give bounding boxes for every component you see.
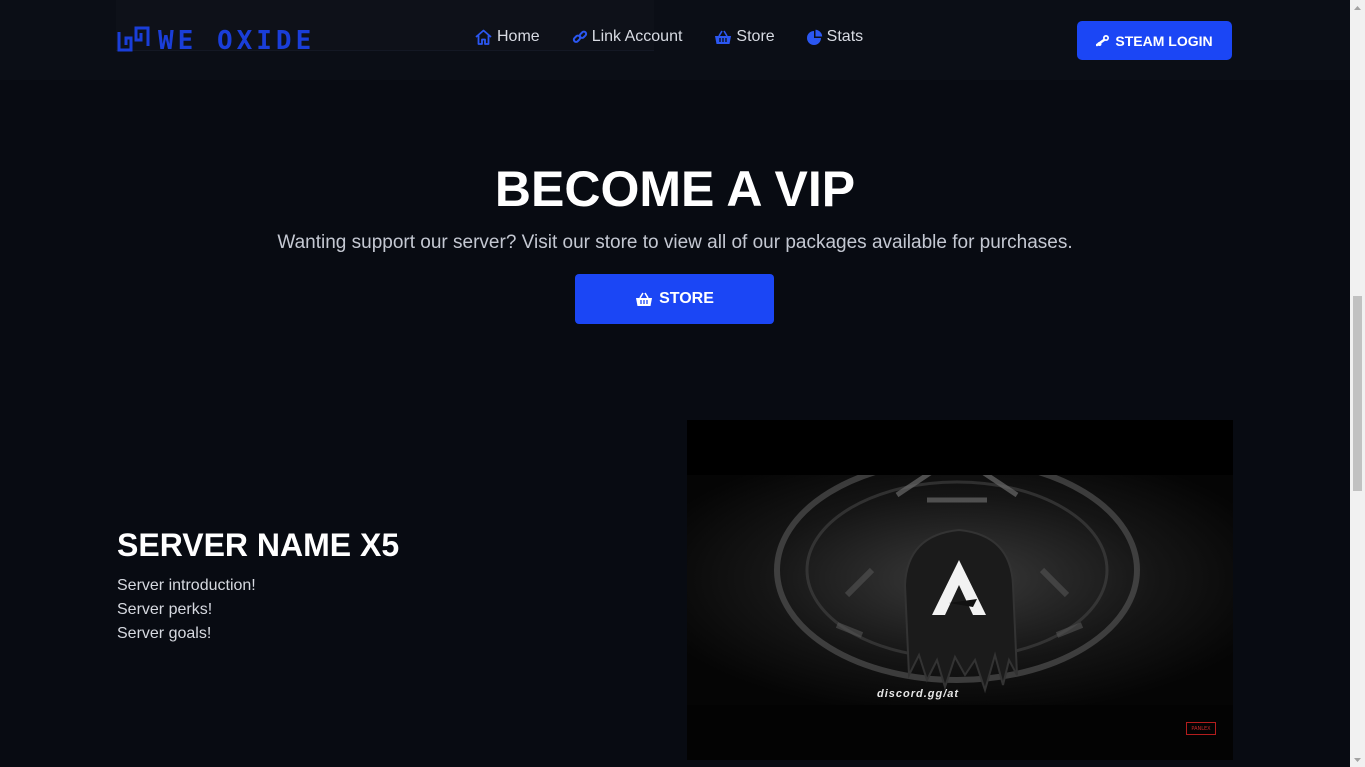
steam-icon (1096, 34, 1110, 48)
nav-links: Home Link Account Store Stats (474, 28, 895, 46)
store-button[interactable]: STORE (575, 274, 774, 324)
scroll-up-arrow-icon[interactable] (1350, 0, 1365, 15)
link-icon (572, 29, 588, 45)
logo-icon (117, 26, 150, 57)
scrollbar-thumb[interactable] (1353, 296, 1362, 491)
nav-store-label: Store (736, 28, 775, 45)
video-thumbnail (687, 475, 1233, 705)
nav-link-account-label: Link Account (591, 28, 683, 45)
nav-stats-link[interactable]: Stats (806, 28, 864, 46)
server-line-perks: Server perks! (117, 601, 213, 618)
nav-store-link[interactable]: Store (714, 28, 775, 46)
logo-text: WE OXIDE (158, 26, 316, 56)
server-video-player[interactable]: discord.gg/at PANLEX (687, 420, 1233, 760)
basket-icon (635, 292, 653, 307)
site-logo[interactable]: WE OXIDE (117, 26, 316, 57)
vip-title: BECOME A VIP (494, 161, 856, 217)
steam-login-button[interactable]: STEAM LOGIN (1077, 21, 1232, 60)
pie-chart-icon (806, 29, 823, 45)
vip-subtitle: Wanting support our server? Visit our st… (277, 232, 1073, 253)
nav-home-link[interactable]: Home (474, 28, 540, 46)
page-scrollbar[interactable] (1350, 0, 1365, 767)
home-icon (474, 29, 493, 45)
nav-link-account-link[interactable]: Link Account (572, 28, 683, 46)
nav-stats-label: Stats (826, 28, 864, 45)
server-title: SERVER NAME X5 (117, 527, 400, 563)
video-bottom-bar (687, 705, 1233, 760)
video-overlay-text: discord.gg/at (877, 688, 960, 700)
steam-login-label: STEAM LOGIN (1115, 32, 1213, 49)
top-navbar: WE OXIDE Home Link Account Store Stats S… (0, 0, 1350, 80)
server-description: Server introduction! Server perks! Serve… (117, 574, 256, 646)
basket-icon (714, 30, 732, 45)
video-badge: PANLEX (1186, 722, 1216, 735)
scroll-down-arrow-icon[interactable] (1350, 752, 1365, 767)
nav-home-label: Home (497, 28, 540, 45)
server-line-introduction: Server introduction! (117, 577, 256, 594)
server-line-goals: Server goals! (117, 625, 212, 642)
store-button-label: STORE (659, 290, 714, 307)
